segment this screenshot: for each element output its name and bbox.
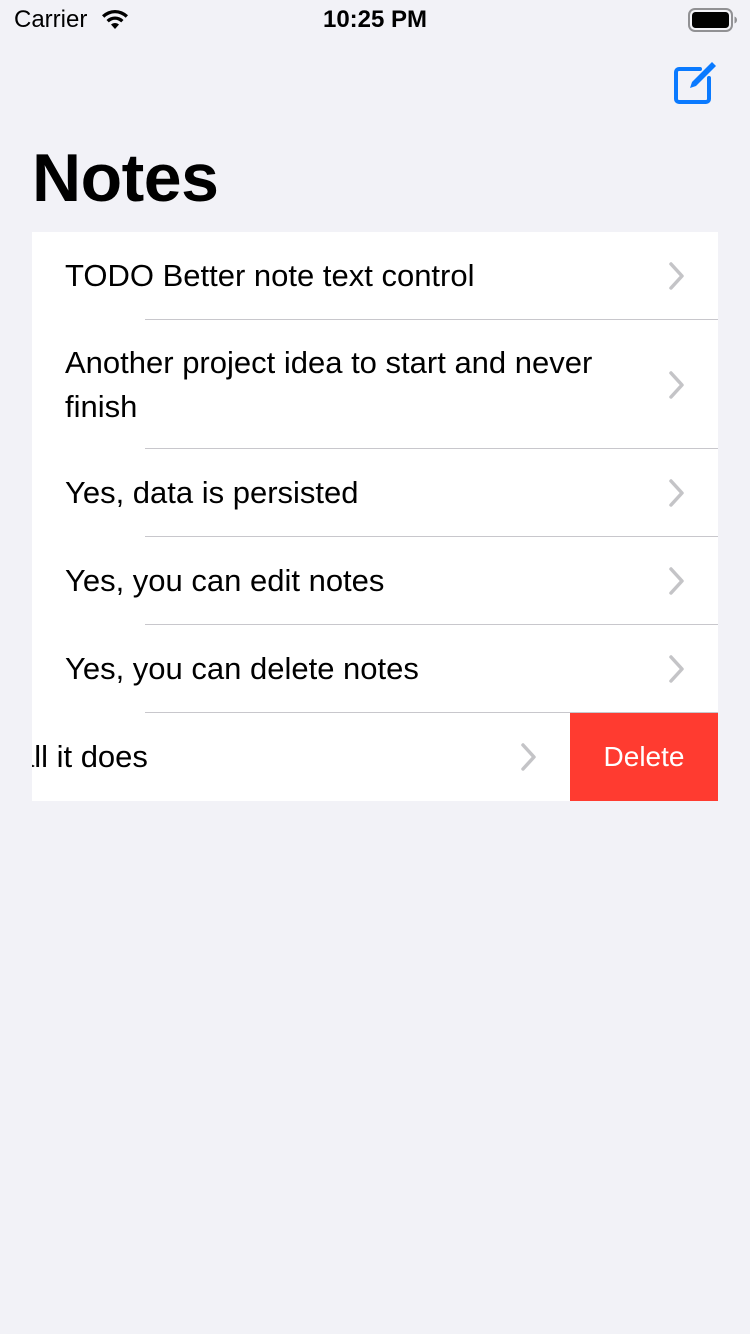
chevron-right-icon — [666, 564, 688, 598]
note-title: Another project idea to start and never … — [65, 344, 593, 424]
battery-icon — [688, 8, 738, 32]
list-item-swiped: kind of all it does Delete — [32, 713, 718, 801]
list-item[interactable]: Yes, data is persisted — [32, 449, 718, 537]
note-title: Yes, data is persisted — [65, 475, 359, 510]
compose-button[interactable] — [670, 60, 720, 110]
note-title: Yes, you can delete notes — [65, 651, 419, 686]
list-item[interactable]: Another project idea to start and never … — [32, 320, 718, 449]
list-item[interactable]: Yes, you can edit notes — [32, 537, 718, 625]
note-title: kind of all it does — [32, 739, 148, 774]
notes-list: TODO Better note text control Another pr… — [32, 232, 718, 801]
list-item[interactable]: kind of all it does — [32, 713, 570, 801]
compose-icon — [672, 60, 718, 111]
list-item[interactable]: Yes, you can delete notes — [32, 625, 718, 713]
chevron-right-icon — [666, 259, 688, 293]
chevron-right-icon — [666, 476, 688, 510]
list-item[interactable]: TODO Better note text control — [32, 232, 718, 320]
page-title: Notes — [32, 140, 219, 216]
note-title: Yes, you can edit notes — [65, 563, 385, 598]
note-title: TODO Better note text control — [65, 258, 475, 293]
chevron-right-icon — [666, 368, 688, 402]
chevron-right-icon — [666, 652, 688, 686]
delete-button[interactable]: Delete — [570, 713, 718, 801]
chevron-right-icon — [518, 740, 540, 774]
status-bar: Carrier 10:25 PM — [0, 0, 750, 40]
clock: 10:25 PM — [322, 6, 428, 33]
